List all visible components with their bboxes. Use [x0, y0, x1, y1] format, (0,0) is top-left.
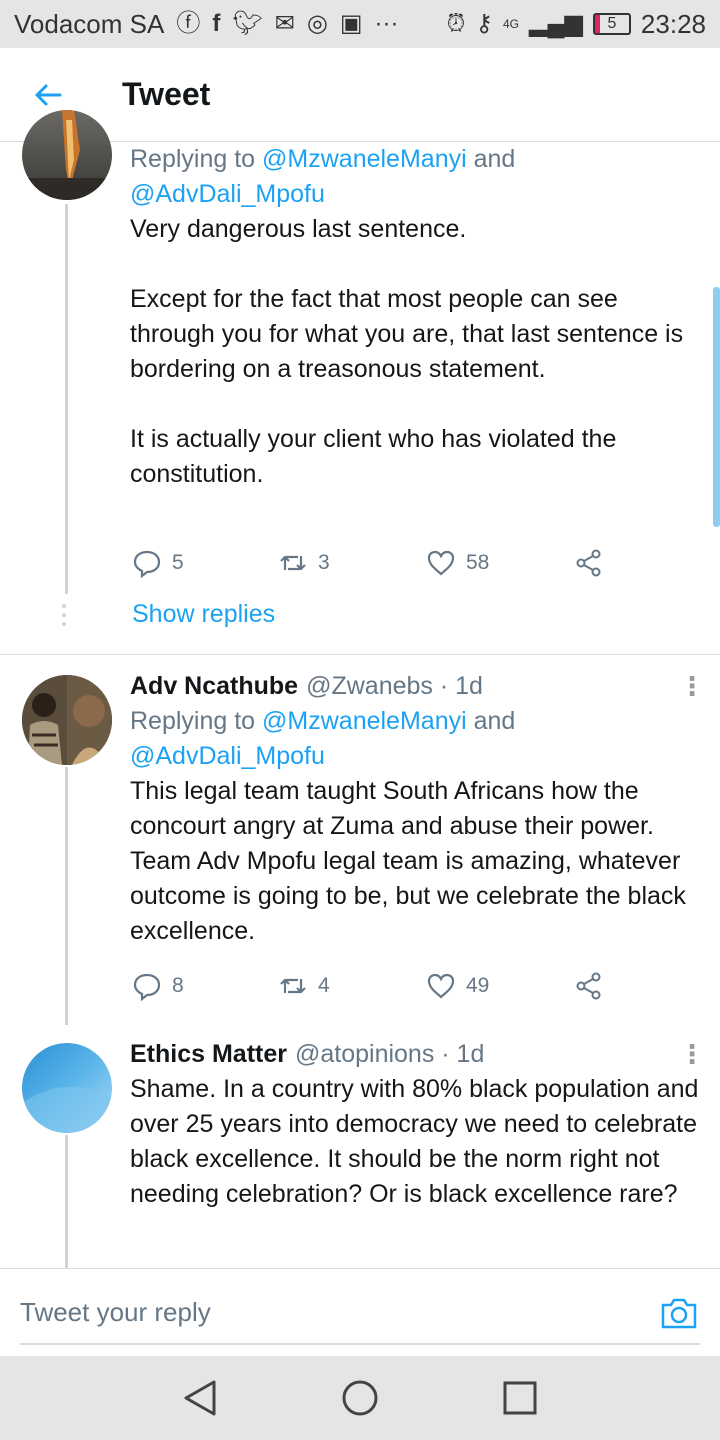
scroll-indicator[interactable]	[713, 287, 720, 527]
retweet-button[interactable]: 3	[278, 548, 330, 578]
mention-link[interactable]: @AdvDali_Mpofu	[130, 742, 325, 770]
show-replies-link[interactable]: Show replies	[132, 600, 275, 629]
tweet-text: This legal team taught South Africans ho…	[130, 777, 693, 945]
retweet-icon	[280, 555, 306, 571]
author-name[interactable]: Ethics Matter	[130, 1037, 287, 1072]
tweet-body: Ethics Matter @atopinions · 1d ⋮ Shame. …	[130, 1037, 705, 1212]
status-bar: Vodacom SA ⓕ f 🐦︎ ✉ ◎ ▣ ··· ⏰︎ ⚷ 4G ▂▄▆ …	[0, 0, 720, 48]
tweet-reply-2[interactable]: Adv Ncathube @Zwanebs · 1d ⋮ Replying to…	[0, 655, 720, 1025]
circle-home-icon	[342, 1380, 378, 1416]
retweet-count: 3	[318, 551, 330, 574]
gallery-icon: ▣	[339, 10, 363, 37]
heart-icon	[427, 550, 455, 576]
tweet-reply-1[interactable]: Replying to @MzwaneleManyi and @AdvDali_M…	[0, 110, 720, 654]
avatar[interactable]	[22, 110, 112, 200]
more-notifications-icon: ···	[374, 10, 399, 37]
share-button[interactable]	[574, 548, 604, 578]
avatar[interactable]	[22, 675, 112, 765]
nav-back-button[interactable]	[178, 1376, 222, 1420]
share-icon	[576, 549, 601, 577]
reply-button[interactable]: 5	[132, 548, 184, 578]
battery-icon: 5	[592, 13, 631, 35]
mention-link[interactable]: @MzwaneleManyi	[262, 707, 467, 735]
like-count: 58	[466, 551, 490, 574]
camera-icon	[661, 1298, 697, 1329]
network-type: 4G	[502, 17, 519, 31]
thread-line	[65, 204, 68, 594]
twitter-icon: 🐦︎	[232, 10, 263, 37]
thread-line	[65, 1135, 68, 1268]
tweet-body: Adv Ncathube @Zwanebs · 1d ⋮ Replying to…	[130, 669, 705, 949]
facebook-messenger-icon: ⓕ	[176, 10, 201, 37]
author-handle: @atopinions · 1d	[294, 1040, 485, 1068]
reply-button[interactable]: 8	[132, 971, 184, 1001]
arrow-left-icon	[35, 84, 62, 105]
like-button[interactable]: 49	[426, 971, 489, 1001]
share-icon	[576, 972, 601, 1000]
author-name[interactable]: Adv Ncathube	[130, 669, 298, 704]
avatar[interactable]	[22, 1043, 112, 1133]
more-options-icon[interactable]: ⋮	[679, 1041, 705, 1067]
gmail-icon: ✉	[274, 10, 295, 37]
tweet-reply-3[interactable]: Ethics Matter @atopinions · 1d ⋮ Shame. …	[0, 1025, 720, 1268]
triangle-back-icon	[184, 1380, 216, 1416]
signal-icon: ▂▄▆	[529, 10, 583, 37]
tweet-body: Replying to @MzwaneleManyi and @AdvDali_M…	[130, 142, 705, 492]
heart-icon	[427, 973, 455, 999]
more-options-icon[interactable]: ⋮	[679, 673, 705, 699]
carrier-name: Vodacom SA	[14, 8, 165, 39]
tweet-text: Shame. In a country with 80% black popul…	[130, 1075, 706, 1208]
like-button[interactable]: 58	[426, 548, 489, 578]
share-button[interactable]	[574, 971, 604, 1001]
reply-count: 8	[172, 974, 184, 997]
nav-recents-button[interactable]	[498, 1376, 542, 1420]
chat-icon: ◎	[306, 10, 328, 37]
key-icon: ⚷	[475, 10, 493, 37]
replying-to: Replying to @MzwaneleManyi and @AdvDali_M…	[130, 707, 516, 770]
clock: 23:28	[640, 8, 706, 39]
reply-count: 5	[172, 551, 184, 574]
reply-input[interactable]: Tweet your reply	[20, 1297, 211, 1328]
mention-link[interactable]: @AdvDali_Mpofu	[130, 180, 325, 208]
retweet-icon	[280, 978, 306, 994]
alarm-icon: ⏰︎	[446, 10, 466, 37]
camera-button[interactable]	[660, 1295, 698, 1331]
retweet-button[interactable]: 4	[278, 971, 330, 1001]
system-nav-bar	[0, 1356, 720, 1440]
mention-link[interactable]: @MzwaneleManyi	[262, 145, 467, 173]
tweet-header: Ethics Matter @atopinions · 1d	[130, 1037, 705, 1072]
facebook-icon: f	[212, 10, 221, 37]
replying-to: Replying to @MzwaneleManyi and @AdvDali_M…	[130, 145, 516, 208]
notification-icons: ⓕ f 🐦︎ ✉ ◎ ▣ ···	[176, 12, 398, 36]
retweet-count: 4	[318, 974, 330, 997]
square-recents-icon	[503, 1381, 537, 1415]
like-count: 49	[466, 974, 490, 997]
reply-composer: Tweet your reply	[0, 1268, 720, 1356]
thread-dots	[62, 604, 66, 626]
thread-line	[65, 767, 68, 1025]
tweet-header: Adv Ncathube @Zwanebs · 1d	[130, 669, 705, 704]
screen: { "status_bar": { "carrier": "Vodacom SA…	[0, 0, 720, 1440]
page-title: Tweet	[122, 76, 211, 112]
reply-icon	[133, 973, 161, 1001]
app-header: Tweet	[0, 48, 720, 142]
reply-icon	[133, 550, 161, 578]
nav-home-button[interactable]	[338, 1376, 382, 1420]
author-handle: @Zwanebs · 1d	[306, 672, 483, 700]
input-underline	[20, 1343, 700, 1345]
tweet-text: Very dangerous last sentence. Except for…	[130, 215, 684, 488]
battery-level: 5	[607, 15, 617, 32]
